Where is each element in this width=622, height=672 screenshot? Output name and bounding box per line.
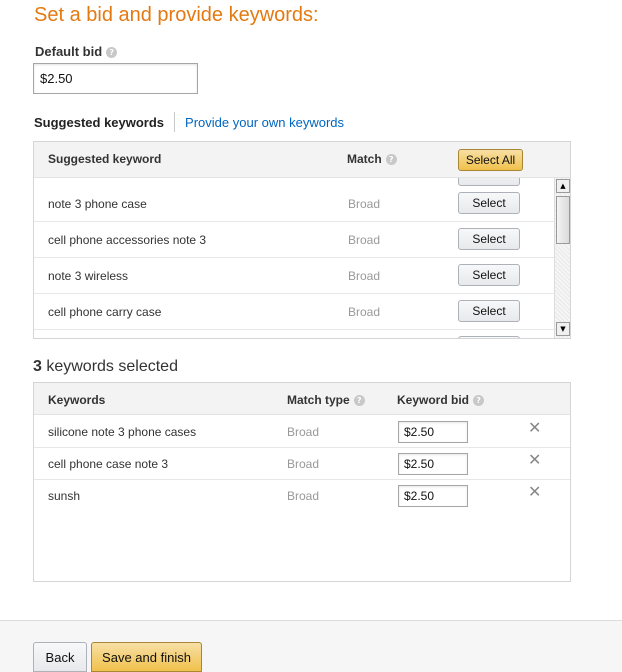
select-button[interactable]: Select bbox=[458, 300, 520, 322]
select-button-partial[interactable] bbox=[458, 336, 520, 338]
scroll-up-icon[interactable]: ▲ bbox=[556, 179, 570, 193]
suggested-row: note 3 wireless Broad Select bbox=[34, 258, 554, 294]
header-keyword-bid: Keyword bid? bbox=[397, 393, 485, 407]
keyword-bid-input[interactable] bbox=[398, 485, 468, 507]
header-suggested-keyword: Suggested keyword bbox=[48, 152, 162, 166]
keyword-bid-input[interactable] bbox=[398, 453, 468, 475]
suggested-row: cell phone carry case Broad Select bbox=[34, 294, 554, 330]
suggested-keyword-text: note 3 wireless bbox=[48, 269, 129, 283]
select-button[interactable]: Select bbox=[458, 264, 520, 286]
header-keywords: Keywords bbox=[48, 393, 106, 407]
selected-keyword-text: cell phone case note 3 bbox=[48, 457, 169, 471]
suggested-match-text: Broad bbox=[348, 269, 381, 283]
selected-keywords-table: Keywords Match type? Keyword bid? silico… bbox=[33, 382, 571, 582]
remove-icon[interactable]: ✕ bbox=[528, 482, 541, 501]
select-button[interactable]: Select bbox=[458, 192, 520, 214]
suggested-scrollbar[interactable]: ▲ ▼ bbox=[554, 178, 570, 338]
remove-icon[interactable]: ✕ bbox=[528, 418, 541, 437]
scroll-thumb[interactable] bbox=[556, 196, 570, 244]
help-icon[interactable]: ? bbox=[353, 395, 365, 406]
suggested-keyword-text: cell phone carry case bbox=[48, 305, 162, 319]
suggested-match-text: Broad bbox=[348, 197, 381, 211]
back-button[interactable]: Back bbox=[33, 642, 87, 672]
suggested-row: cell phone accessories note 3 Broad Sele… bbox=[34, 222, 554, 258]
selected-keyword-row: sunsh Broad ✕ bbox=[34, 480, 570, 512]
suggested-table-header: Suggested keyword Match? Select All bbox=[34, 142, 570, 178]
selected-table-header: Keywords Match type? Keyword bid? bbox=[34, 383, 570, 415]
suggested-keyword-text: note 3 phone case bbox=[48, 197, 147, 211]
suggested-match-text: Broad bbox=[348, 233, 381, 247]
help-icon[interactable]: ? bbox=[473, 395, 485, 406]
header-match: Match? bbox=[347, 152, 397, 166]
page-title: Set a bid and provide keywords: bbox=[34, 4, 319, 26]
suggested-keyword-text: cell phone accessories note 3 bbox=[48, 233, 207, 247]
keyword-bid-input[interactable] bbox=[398, 421, 468, 443]
selected-match-text: Broad bbox=[287, 425, 320, 439]
selected-match-text: Broad bbox=[287, 457, 320, 471]
select-all-button[interactable]: Select All bbox=[458, 149, 523, 171]
keyword-source-tabs: Suggested keywords Provide your own keyw… bbox=[34, 112, 344, 132]
tab-suggested-keywords[interactable]: Suggested keywords bbox=[34, 115, 174, 130]
help-icon[interactable]: ? bbox=[385, 154, 397, 165]
suggested-rows-viewport: note 3 phone case Broad Select cell phon… bbox=[34, 178, 554, 338]
select-button-partial[interactable] bbox=[458, 178, 520, 186]
selected-keyword-row: cell phone case note 3 Broad ✕ bbox=[34, 448, 570, 480]
selected-keyword-text: sunsh bbox=[48, 489, 81, 503]
suggested-match-text: Broad bbox=[348, 305, 381, 319]
keywords-selected-count: 3 keywords selected bbox=[33, 358, 178, 375]
default-bid-input[interactable] bbox=[33, 63, 198, 94]
selected-keyword-text: silicone note 3 phone cases bbox=[48, 425, 197, 439]
selected-match-text: Broad bbox=[287, 489, 320, 503]
tab-provide-own-keywords[interactable]: Provide your own keywords bbox=[175, 115, 344, 130]
save-and-finish-button[interactable]: Save and finish bbox=[91, 642, 202, 672]
remove-icon[interactable]: ✕ bbox=[528, 450, 541, 469]
header-match-type: Match type? bbox=[287, 393, 365, 407]
suggested-row: note 3 phone case Broad Select bbox=[34, 186, 554, 222]
select-button[interactable]: Select bbox=[458, 228, 520, 250]
help-icon[interactable]: ? bbox=[106, 47, 118, 58]
default-bid-label: Default bid? bbox=[35, 44, 118, 59]
scroll-down-icon[interactable]: ▼ bbox=[556, 322, 570, 336]
suggested-keywords-table: Suggested keyword Match? Select All note… bbox=[33, 141, 571, 339]
selected-keyword-row: silicone note 3 phone cases Broad ✕ bbox=[34, 416, 570, 448]
